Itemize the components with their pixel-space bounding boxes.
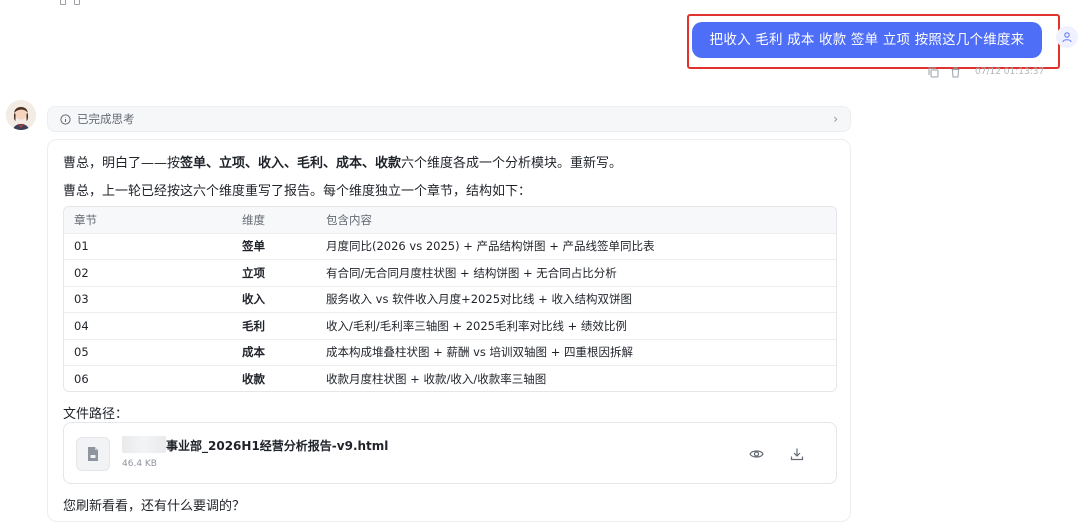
thinking-status-bar[interactable]: 已完成思考 ›	[47, 106, 851, 132]
dimension-cell: 签单	[242, 239, 265, 254]
user-message-row: 把收入 毛利 成本 收款 签单 立项 按照这几个维度来 07/12 01:13:…	[0, 0, 1080, 100]
chapter-cell: 03	[74, 292, 89, 307]
dimension-cell: 毛利	[242, 318, 265, 333]
download-icon[interactable]	[788, 445, 806, 463]
content-cell: 服务收入 vs 软件收入月度+2025对比线 + 收入结构双饼图	[326, 292, 632, 307]
assistant-answer-card: 曹总，明白了——按签单、立项、收入、毛利、成本、收款六个维度各成一个分析模块。重…	[47, 139, 851, 522]
table-row: 04 毛利 收入/毛利/毛利率三轴图 + 2025毛利率对比线 + 绩效比例	[64, 312, 836, 340]
eye-icon[interactable]	[747, 445, 765, 463]
dimension-cell: 成本	[242, 345, 265, 360]
structure-table: 章节 维度 包含内容 01 签单 月度同比(2026 vs 2025) + 产品…	[63, 206, 837, 392]
table-row: 02 立项 有合同/无合同月度柱状图 + 结构饼图 + 无合同占比分析	[64, 259, 836, 287]
person-icon[interactable]	[1056, 26, 1078, 48]
file-size: 46.4 KB	[122, 459, 157, 469]
table-header-row: 章节 维度 包含内容	[64, 207, 836, 233]
user-message-bubble: 把收入 毛利 成本 收款 签单 立项 按照这几个维度来	[692, 22, 1042, 58]
message-toolbar: 07/12 01:13:37	[927, 66, 1044, 78]
file-path-label: 文件路径：	[63, 407, 129, 422]
content-cell: 收入/毛利/毛利率三轴图 + 2025毛利率对比线 + 绩效比例	[326, 318, 627, 333]
chapter-cell: 05	[74, 345, 89, 360]
table-row: 05 成本 成本构成堆叠柱状图 + 薪酬 vs 培训双轴图 + 四重根因拆解	[64, 339, 836, 366]
closing-text: 您刷新看看，还有什么要调的？	[63, 499, 246, 514]
copy-icon[interactable]	[927, 66, 939, 78]
column-header: 章节	[74, 212, 97, 227]
table-row: 01 签单 月度同比(2026 vs 2025) + 产品结构饼图 + 产品线签…	[64, 233, 836, 260]
answer-line-2: 曹总，上一轮已经按这六个维度重写了报告。每个维度独立一个章节，结构如下：	[63, 184, 532, 199]
answer-line-1: 曹总，明白了——按签单、立项、收入、毛利、成本、收款六个维度各成一个分析模块。重…	[63, 156, 623, 171]
chevron-right-icon[interactable]: ›	[833, 112, 838, 126]
chapter-cell: 02	[74, 265, 89, 280]
trash-icon[interactable]	[949, 66, 961, 78]
info-circle-icon	[60, 113, 71, 125]
document-icon	[76, 437, 110, 471]
thinking-label: 已完成思考	[77, 112, 135, 126]
chapter-cell: 01	[74, 239, 89, 254]
chapter-cell: 04	[74, 318, 89, 333]
content-cell: 成本构成堆叠柱状图 + 薪酬 vs 培训双轴图 + 四重根因拆解	[326, 345, 633, 360]
content-cell: 月度同比(2026 vs 2025) + 产品结构饼图 + 产品线签单同比表	[326, 239, 655, 254]
content-cell: 有合同/无合同月度柱状图 + 结构饼图 + 无合同占比分析	[326, 265, 617, 280]
table-row: 03 收入 服务收入 vs 软件收入月度+2025对比线 + 收入结构双饼图	[64, 286, 836, 313]
file-attachment-card[interactable]: 事业部_2026H1经营分析报告-v9.html 46.4 KB	[63, 422, 837, 484]
dimension-cell: 收入	[242, 292, 265, 307]
redacted-file-prefix	[122, 436, 166, 453]
dimension-cell: 收款	[242, 372, 265, 386]
file-name[interactable]: 事业部_2026H1经营分析报告-v9.html	[166, 437, 388, 454]
chapter-cell: 06	[74, 372, 89, 386]
column-header: 包含内容	[326, 212, 372, 227]
content-cell: 收款月度柱状图 + 收款/收入/收款率三轴图	[326, 372, 547, 386]
dimension-cell: 立项	[242, 265, 265, 280]
column-header: 维度	[242, 212, 265, 227]
message-timestamp: 07/12 01:13:37	[975, 67, 1045, 77]
table-row: 06 收款 收款月度柱状图 + 收款/收入/收款率三轴图	[64, 365, 836, 392]
assistant-avatar	[6, 100, 36, 130]
